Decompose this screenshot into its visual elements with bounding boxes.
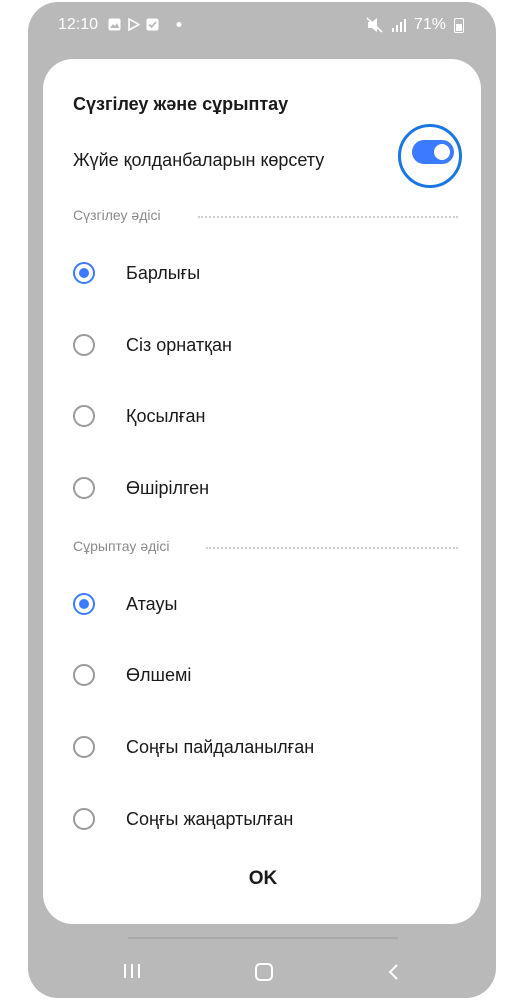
battery-icon: [454, 17, 464, 33]
mute-icon: [366, 17, 383, 33]
battery-percentage: 71%: [413, 16, 446, 33]
sort-option-size[interactable]: Өлшемі: [73, 656, 463, 696]
section-divider: [198, 216, 458, 218]
sort-section-label: Сұрыптау әдісі: [73, 538, 170, 554]
home-icon[interactable]: [255, 963, 273, 981]
status-notification-icons: [108, 18, 188, 31]
signal-icon: [391, 19, 406, 32]
status-system-icons: 71%: [366, 16, 464, 34]
sort-section-header: Сұрыптау әдісі: [73, 538, 458, 558]
section-divider: [206, 547, 458, 549]
radio-button[interactable]: [73, 808, 95, 830]
radio-button[interactable]: [73, 664, 95, 686]
toggle-knob: [434, 144, 450, 160]
option-label: Қосылған: [126, 406, 206, 426]
back-icon[interactable]: [384, 962, 404, 982]
gallery-icon: [108, 18, 121, 31]
show-system-apps-row[interactable]: Жүйе қолданбаларын көрсету: [73, 124, 468, 188]
filter-option-enabled[interactable]: Қосылған: [73, 397, 463, 437]
filter-sort-dialog: Сүзгілеу және сұрыптау Жүйе қолданбалары…: [43, 59, 481, 924]
filter-section-label: Сүзгілеу әдісі: [73, 207, 161, 223]
option-label: Өлшемі: [126, 665, 192, 685]
option-label: Өшірілген: [126, 478, 210, 498]
radio-button[interactable]: [73, 736, 95, 758]
navigation-bar: [28, 952, 496, 992]
radio-button-checked[interactable]: [73, 262, 95, 284]
filter-section-header: Сүзгілеу әдісі: [73, 207, 458, 227]
radio-button[interactable]: [73, 405, 95, 427]
option-label: Сіз орнатқан: [126, 335, 232, 355]
sort-option-last-updated[interactable]: Соңғы жаңартылған: [73, 800, 463, 840]
option-label: Барлығы: [126, 263, 201, 283]
option-label: Атауы: [126, 594, 178, 614]
sort-option-last-used[interactable]: Соңғы пайдаланылған: [73, 728, 463, 768]
show-system-apps-toggle[interactable]: [412, 140, 454, 164]
recents-icon[interactable]: [124, 964, 140, 978]
dot-icon: [176, 22, 182, 27]
status-bar: 12:10 71%: [28, 2, 496, 50]
filter-option-disabled[interactable]: Өшірілген: [73, 469, 463, 509]
phone-screen: 12:10 71% Сүзгілеу және сұрыптау Жүйе қо…: [28, 2, 496, 998]
dialog-title: Сүзгілеу және сұрыптау: [73, 94, 289, 114]
radio-button[interactable]: [73, 334, 95, 356]
show-system-apps-label: Жүйе қолданбаларын көрсету: [73, 150, 325, 170]
ok-button[interactable]: OK: [223, 864, 303, 894]
play-store-icon: [128, 18, 140, 31]
radio-button-checked[interactable]: [73, 593, 95, 615]
sort-option-name[interactable]: Атауы: [73, 585, 463, 625]
filter-option-installed[interactable]: Сіз орнатқан: [73, 326, 463, 366]
check-icon: [146, 18, 159, 31]
status-time: 12:10: [58, 16, 99, 33]
option-label: Соңғы жаңартылған: [126, 809, 294, 829]
radio-button[interactable]: [73, 477, 95, 499]
option-label: Соңғы пайдаланылған: [126, 737, 315, 757]
filter-option-all[interactable]: Барлығы: [73, 254, 463, 294]
